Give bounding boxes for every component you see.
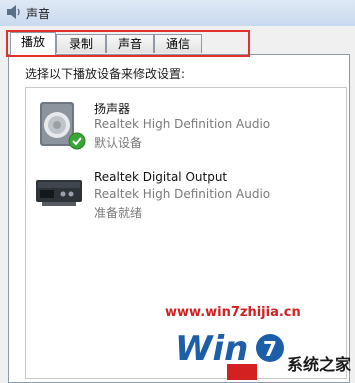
device-name: 扬声器 <box>94 102 131 116</box>
instruction-text: 选择以下播放设备来修改设置: <box>25 67 186 81</box>
device-item-digital-output[interactable]: Realtek Digital Output Realtek High Defi… <box>30 166 330 226</box>
window-title: 声音 <box>26 7 51 21</box>
svg-text:Win: Win <box>175 329 248 369</box>
tab-recording[interactable]: 录制 <box>56 34 106 53</box>
device-item-speakers[interactable]: 扬声器 Realtek High Definition Audio 默认设备 <box>30 96 330 156</box>
speaker-icon <box>7 5 20 19</box>
device-status: 默认设备 <box>94 136 143 150</box>
default-check-icon <box>68 132 86 150</box>
tab-strip: 播放 录制 声音 通信 <box>8 32 348 55</box>
device-status: 准备就绪 <box>94 206 143 220</box>
digital-output-icon <box>36 180 82 206</box>
device-description: Realtek High Definition Audio <box>94 187 271 201</box>
win7-logo-watermark: Win 7 系统之家 <box>175 329 352 380</box>
device-name: Realtek Digital Output <box>94 170 228 184</box>
tab-communications[interactable]: 通信 <box>154 34 202 53</box>
watermark-brand: 系统之家 <box>287 355 352 374</box>
tab-sounds[interactable]: 声音 <box>106 34 154 53</box>
device-description: Realtek High Definition Audio <box>94 117 271 131</box>
title-bar: 声音 <box>0 0 355 27</box>
svg-text:7: 7 <box>263 337 277 361</box>
tab-playback[interactable]: 播放 <box>10 32 56 55</box>
